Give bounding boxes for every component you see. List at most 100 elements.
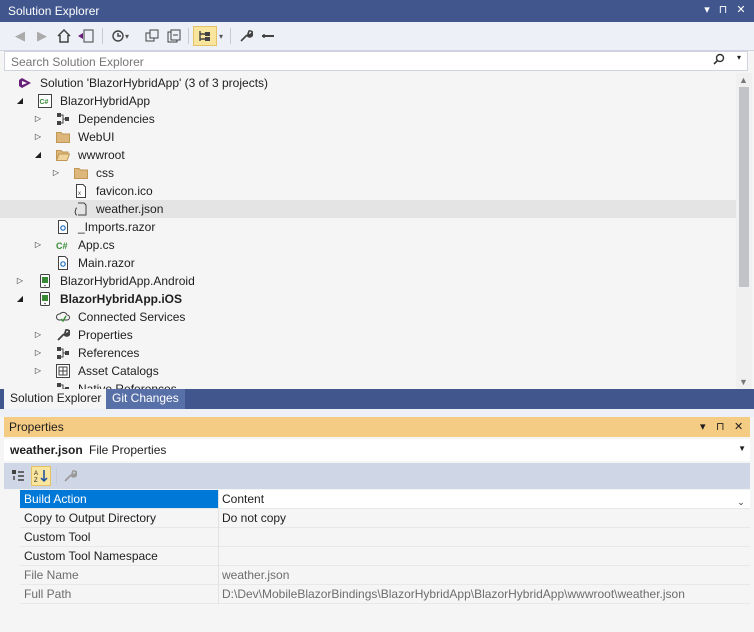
svg-text:C#: C# xyxy=(40,99,49,106)
tree-item[interactable]: ▷ WebUI xyxy=(0,128,736,146)
tree-item[interactable]: ▷ Dependencies xyxy=(0,110,736,128)
properties-grid: Build Action Content ⌄ Copy to Output Direc… xyxy=(4,489,750,632)
tree-item[interactable]: ▷ BlazorHybridApp.Android xyxy=(0,272,736,290)
expanded-arrow-icon[interactable]: ◢ xyxy=(32,146,44,164)
alphabetical-icon[interactable]: AZ xyxy=(31,466,51,486)
wrench-icon xyxy=(56,328,71,342)
tree-item[interactable]: Native References xyxy=(0,380,736,389)
tree-item-label: Connected Services xyxy=(78,310,186,324)
tree-item[interactable]: x favicon.ico xyxy=(0,182,736,200)
property-row[interactable]: Full Path D:\Dev\MobileBlazorBindings\Bla… xyxy=(20,585,750,604)
pin-icon[interactable]: ⊓ xyxy=(716,3,730,17)
svg-text:x: x xyxy=(78,191,81,197)
tree-item-label: Dependencies xyxy=(78,112,155,126)
tree-item-label: wwwroot xyxy=(78,148,125,162)
sync-with-active-document-icon[interactable] xyxy=(142,26,162,46)
razor-file-icon xyxy=(56,220,70,234)
connected-services-icon xyxy=(55,310,70,324)
tree-item[interactable]: ◢ BlazorHybridApp.iOS xyxy=(0,290,736,308)
tree-item-label: Properties xyxy=(78,328,133,342)
chevron-down-icon[interactable]: ▾ xyxy=(122,26,132,46)
tree-item[interactable]: ▷ css xyxy=(0,164,736,182)
collapsed-arrow-icon[interactable]: ▷ xyxy=(32,236,44,254)
collapsed-arrow-icon[interactable]: ▷ xyxy=(32,326,44,344)
tree-item-label: Main.razor xyxy=(78,256,135,270)
vertical-scrollbar[interactable]: ▲ ▼ xyxy=(736,73,752,389)
property-value[interactable]: Content xyxy=(222,490,264,508)
csharp-project-icon: C# xyxy=(38,94,52,108)
forward-icon[interactable]: ▶ xyxy=(32,26,52,46)
tree-item[interactable]: ▷ Properties xyxy=(0,326,736,344)
solution-explorer-title: Solution Explorer xyxy=(8,4,100,18)
tree-item[interactable]: ◢ wwwroot xyxy=(0,146,736,164)
properties-object-selector[interactable]: weather.json File Properties ▼ xyxy=(4,439,750,461)
object-name: weather.json xyxy=(10,443,83,457)
tree-item[interactable]: ▷ Asset Catalogs xyxy=(0,362,736,380)
solution-tree: Solution 'BlazorHybridApp' (3 of 3 proje… xyxy=(0,73,736,389)
window-position-dropdown-icon[interactable]: ▾ xyxy=(700,420,706,433)
tree-item-label: _Imports.razor xyxy=(78,220,156,234)
tree-item[interactable]: ▷ C# App.cs xyxy=(0,236,736,254)
tool-window-tabs: Solution Explorer Git Changes xyxy=(0,389,754,409)
property-value: D:\Dev\MobileBlazorBindings\BlazorHybrid… xyxy=(222,587,685,601)
collapsed-arrow-icon[interactable]: ▷ xyxy=(32,110,44,128)
tree-item-label: BlazorHybridApp.Android xyxy=(60,274,195,288)
tree-item-label: BlazorHybridApp xyxy=(60,94,151,108)
property-row[interactable]: File Name weather.json xyxy=(20,566,750,585)
svg-text:Z: Z xyxy=(34,478,38,483)
back-icon[interactable]: ◀ xyxy=(10,26,30,46)
tree-item[interactable]: ◢ C# BlazorHybridApp xyxy=(0,92,736,110)
tree-item-label: favicon.ico xyxy=(96,184,153,198)
scrollbar-thumb[interactable] xyxy=(739,87,749,287)
preview-selected-items-icon[interactable] xyxy=(258,26,278,46)
tree-item[interactable]: weather.json xyxy=(0,200,736,218)
svg-text:C#: C# xyxy=(56,241,68,251)
collapsed-arrow-icon[interactable]: ▷ xyxy=(32,362,44,380)
search-input[interactable] xyxy=(9,53,713,71)
ico-file-icon: x xyxy=(74,184,88,198)
expanded-arrow-icon[interactable]: ◢ xyxy=(14,290,26,308)
properties-titlebar: Properties ▾ ⊓ ✕ xyxy=(4,417,750,437)
tree-item-label: Asset Catalogs xyxy=(78,364,159,378)
search-icon[interactable] xyxy=(713,53,725,68)
window-position-dropdown-icon[interactable]: ▾ xyxy=(700,3,714,17)
expanded-arrow-icon[interactable]: ◢ xyxy=(14,92,26,110)
collapsed-arrow-icon[interactable]: ▷ xyxy=(50,164,62,182)
chevron-down-icon[interactable]: ⌄ xyxy=(734,493,748,507)
chevron-down-icon[interactable]: ▼ xyxy=(738,444,746,453)
collapsed-arrow-icon[interactable]: ▷ xyxy=(32,344,44,362)
close-icon[interactable]: ✕ xyxy=(734,420,743,433)
tab-git-changes[interactable]: Git Changes xyxy=(106,389,185,409)
tree-item[interactable]: Solution 'BlazorHybridApp' (3 of 3 proje… xyxy=(0,74,736,92)
tree-item[interactable]: Main.razor xyxy=(0,254,736,272)
collapsed-arrow-icon[interactable]: ▷ xyxy=(14,272,26,290)
folder-icon xyxy=(56,130,70,144)
chevron-down-icon[interactable]: ▾ xyxy=(216,26,226,46)
pin-icon[interactable]: ⊓ xyxy=(716,420,725,433)
property-row[interactable]: Build Action Content ⌄ xyxy=(20,490,750,509)
switch-views-icon[interactable] xyxy=(76,26,96,46)
property-pages-wrench-icon[interactable] xyxy=(60,466,80,486)
tree-item[interactable]: ▷ References xyxy=(0,344,736,362)
properties-title: Properties xyxy=(9,420,64,434)
close-icon[interactable]: ✕ xyxy=(734,3,748,17)
ios-project-icon xyxy=(38,292,52,306)
solution-explorer-search: ▾ xyxy=(4,51,748,71)
categorized-icon[interactable] xyxy=(8,466,28,486)
tree-item[interactable]: _Imports.razor xyxy=(0,218,736,236)
show-all-files-icon[interactable] xyxy=(193,26,217,46)
property-value[interactable]: Do not copy xyxy=(222,509,286,527)
property-row[interactable]: Custom Tool xyxy=(20,528,750,547)
collapsed-arrow-icon[interactable]: ▷ xyxy=(32,128,44,146)
property-row[interactable]: Custom Tool Namespace xyxy=(20,547,750,566)
scroll-down-icon[interactable]: ▼ xyxy=(739,377,748,387)
property-name: Build Action xyxy=(20,490,218,508)
chevron-down-icon[interactable]: ▾ xyxy=(737,53,741,62)
tree-item[interactable]: Connected Services xyxy=(0,308,736,326)
tab-solution-explorer[interactable]: Solution Explorer xyxy=(4,389,108,409)
home-icon[interactable] xyxy=(54,26,74,46)
properties-wrench-icon[interactable] xyxy=(236,26,256,46)
scroll-up-icon[interactable]: ▲ xyxy=(739,75,748,85)
collapse-all-icon[interactable] xyxy=(164,26,184,46)
property-row[interactable]: Copy to Output Directory Do not copy xyxy=(20,509,750,528)
